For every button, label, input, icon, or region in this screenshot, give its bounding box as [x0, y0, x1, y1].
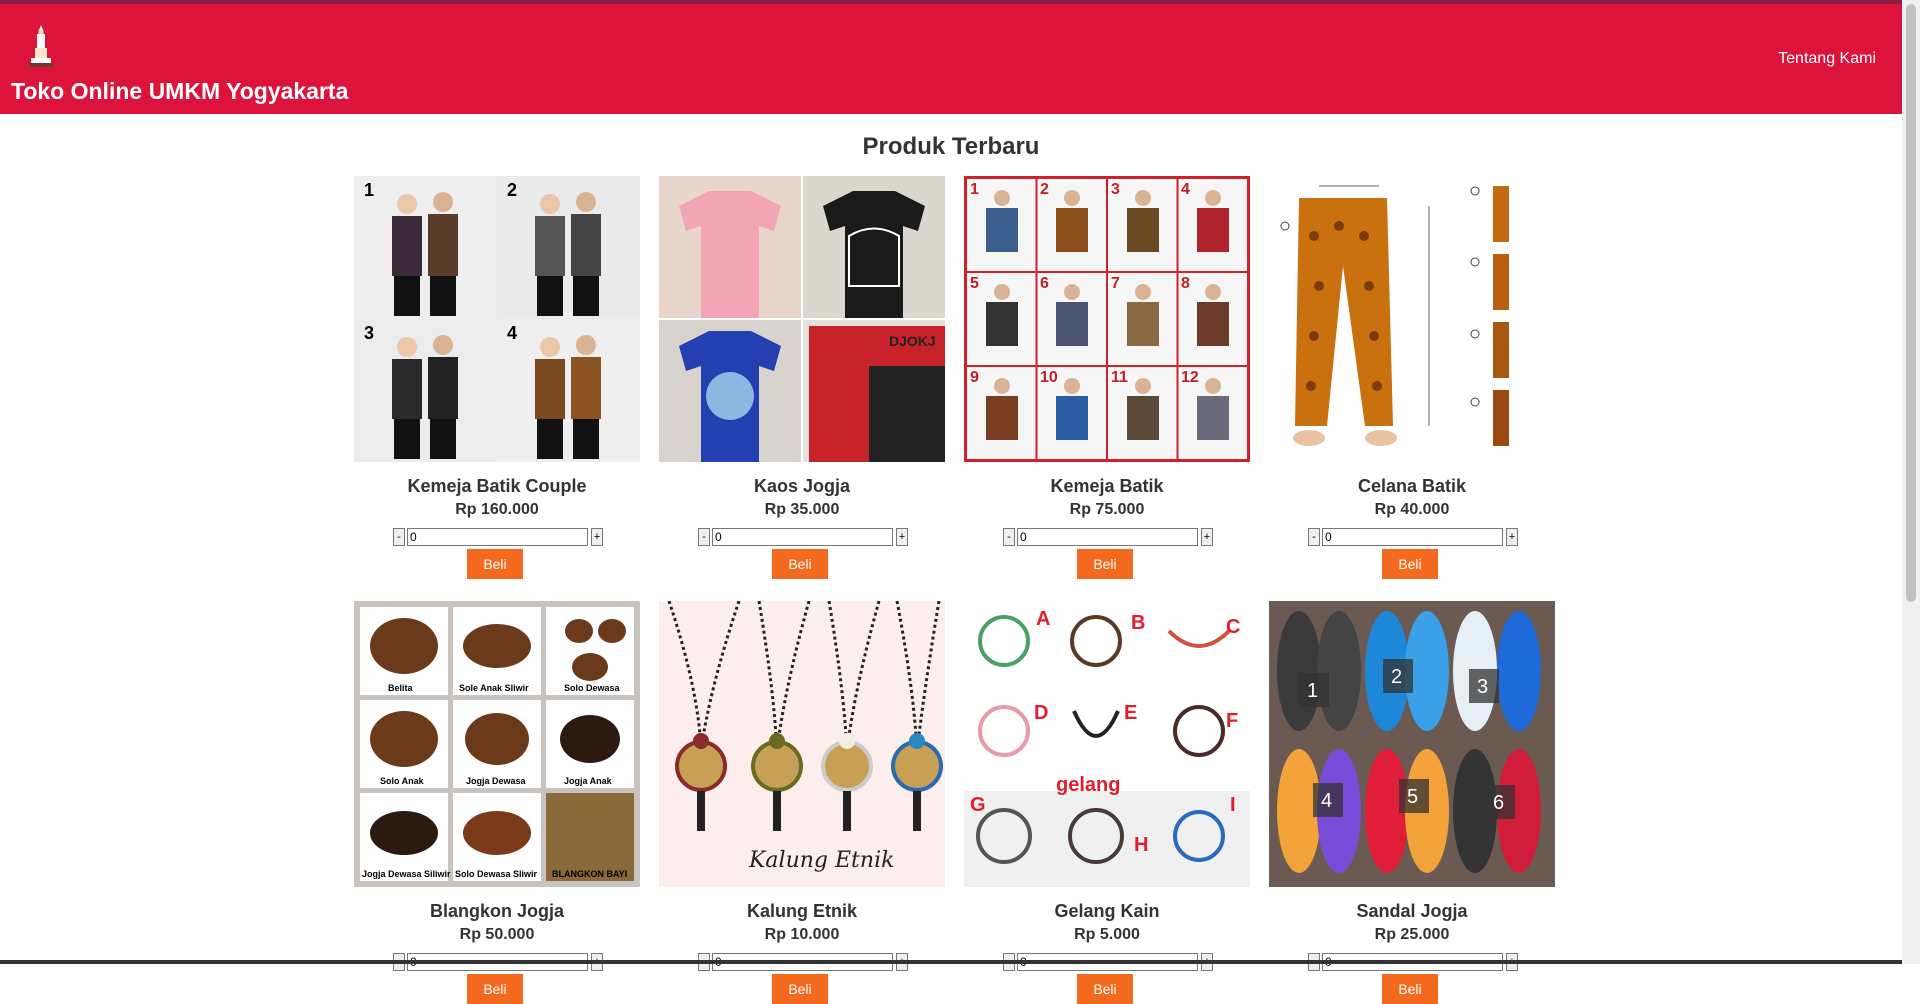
product-price: Rp 35.000 — [764, 501, 840, 518]
product-name[interactable]: Kalung Etnik — [655, 901, 949, 922]
image-label: A — [1036, 608, 1050, 630]
product-name[interactable]: Sandal Jogja — [1265, 901, 1559, 922]
product-name[interactable]: Blangkon Jogja — [350, 901, 644, 922]
buy-button[interactable]: Beli — [1382, 974, 1438, 1004]
increment-button[interactable]: + — [1201, 528, 1213, 546]
product-name[interactable]: Kemeja Batik Couple — [350, 476, 644, 497]
buy-button[interactable]: Beli — [772, 549, 828, 579]
image-label: Sole Anak Sliwir — [459, 683, 529, 693]
image-label: 2 — [507, 180, 517, 200]
quantity-input[interactable] — [1017, 528, 1198, 546]
section-title: Produk Terbaru — [862, 133, 1040, 160]
decrement-button[interactable]: - — [1003, 528, 1015, 546]
product-price: Rp 10.000 — [764, 926, 840, 943]
image-label: B — [1131, 612, 1145, 634]
image-label: 4 — [1321, 790, 1332, 812]
svg-text:DJOKJ: DJOKJ — [889, 333, 936, 349]
buy-button[interactable]: Beli — [1077, 974, 1133, 1004]
product-price: Rp 160.000 — [455, 501, 539, 518]
image-label: Kalung Etnik — [748, 848, 894, 873]
product-image[interactable]: 1 2 3 4 5 6 7 8 9 10 11 12 — [964, 176, 1250, 462]
product-image[interactable]: Kalung Etnik — [659, 601, 945, 887]
image-label: 6 — [1040, 275, 1049, 292]
product-image[interactable]: Belita Sole Anak Sliwir Solo Dewasa Solo… — [354, 601, 640, 887]
image-label: 2 — [1391, 666, 1402, 688]
product-image[interactable] — [1269, 176, 1555, 462]
image-label: 2 — [1040, 181, 1049, 198]
image-label: 3 — [364, 323, 374, 343]
image-label: 6 — [1493, 792, 1504, 814]
decrement-button[interactable]: - — [698, 528, 710, 546]
image-label: E — [1124, 702, 1137, 724]
image-label: 10 — [1040, 369, 1058, 386]
product-price: Rp 25.000 — [1374, 926, 1450, 943]
quantity-stepper: - + — [1308, 528, 1518, 546]
image-label: Solo Dewasa Sliwir — [455, 869, 538, 879]
image-label: Solo Dewasa — [564, 683, 621, 693]
vertical-scrollbar[interactable] — [1902, 0, 1920, 964]
increment-button[interactable]: + — [1506, 528, 1518, 546]
product-name[interactable]: Gelang Kain — [960, 901, 1254, 922]
product-image[interactable]: DJOKJ — [659, 176, 945, 462]
image-label: Solo Anak — [380, 776, 425, 786]
tugu-monument-icon[interactable] — [28, 24, 54, 70]
product-name[interactable]: Kemeja Batik — [960, 476, 1254, 497]
quantity-stepper: - + — [1003, 528, 1213, 546]
image-label: Jogja Dewasa — [466, 776, 527, 786]
image-label: C — [1226, 616, 1240, 638]
image-label: 9 — [970, 369, 979, 386]
product-price: Rp 50.000 — [459, 926, 535, 943]
image-label: 7 — [1111, 275, 1120, 292]
buy-button[interactable]: Beli — [467, 974, 523, 1004]
image-label: Jogja Dewasa Siliwir — [362, 869, 451, 879]
quantity-input[interactable] — [1322, 528, 1503, 546]
quantity-stepper: - + — [393, 528, 603, 546]
bottom-border — [0, 960, 1902, 964]
quantity-stepper: - + — [698, 528, 908, 546]
buy-button[interactable]: Beli — [1077, 549, 1133, 579]
image-label: G — [970, 794, 986, 816]
quantity-input[interactable] — [407, 528, 588, 546]
image-label: 11 — [1111, 369, 1128, 386]
image-label: 1 — [970, 181, 979, 198]
image-label: 12 — [1181, 369, 1199, 386]
buy-button[interactable]: Beli — [467, 549, 523, 579]
image-label: 5 — [1407, 786, 1418, 808]
buy-button[interactable]: Beli — [772, 974, 828, 1004]
image-label: 1 — [364, 180, 374, 200]
image-label: 3 — [1111, 181, 1120, 198]
product-price: Rp 75.000 — [1069, 501, 1145, 518]
quantity-input[interactable] — [712, 528, 893, 546]
increment-button[interactable]: + — [591, 528, 603, 546]
decrement-button[interactable]: - — [1308, 528, 1320, 546]
decrement-button[interactable]: - — [393, 528, 405, 546]
image-label: 3 — [1477, 676, 1488, 698]
image-label: 4 — [1181, 181, 1190, 198]
image-label: F — [1226, 710, 1238, 732]
image-label: 5 — [970, 275, 979, 292]
image-label: 4 — [507, 323, 517, 343]
image-label: Jogja Anak — [564, 776, 613, 786]
product-price: Rp 40.000 — [1374, 501, 1450, 518]
scrollbar-thumb[interactable] — [1906, 4, 1916, 602]
product-image[interactable]: 1 2 3 4 — [354, 176, 640, 462]
site-title[interactable]: Toko Online UMKM Yogyakarta — [11, 78, 348, 105]
buy-button[interactable]: Beli — [1382, 549, 1438, 579]
image-label: H — [1134, 834, 1148, 856]
site-header: Toko Online UMKM Yogyakarta Tentang Kami — [0, 4, 1902, 114]
product-image[interactable]: 1 2 3 4 5 6 — [1269, 601, 1555, 887]
image-label: Belita — [388, 683, 414, 693]
image-label: BLANGKON BAYI — [552, 869, 627, 879]
product-name[interactable]: Celana Batik — [1265, 476, 1559, 497]
image-label: gelang — [1056, 774, 1120, 796]
product-image[interactable]: A B C D E F G H I gelang — [964, 601, 1250, 887]
image-label: 8 — [1181, 275, 1190, 292]
nav-link-about[interactable]: Tentang Kami — [1778, 50, 1876, 68]
image-label: I — [1230, 794, 1236, 816]
increment-button[interactable]: + — [896, 528, 908, 546]
product-price: Rp 5.000 — [1074, 926, 1140, 943]
image-label: D — [1034, 702, 1048, 724]
product-name[interactable]: Kaos Jogja — [655, 476, 949, 497]
image-label: 1 — [1307, 680, 1318, 702]
